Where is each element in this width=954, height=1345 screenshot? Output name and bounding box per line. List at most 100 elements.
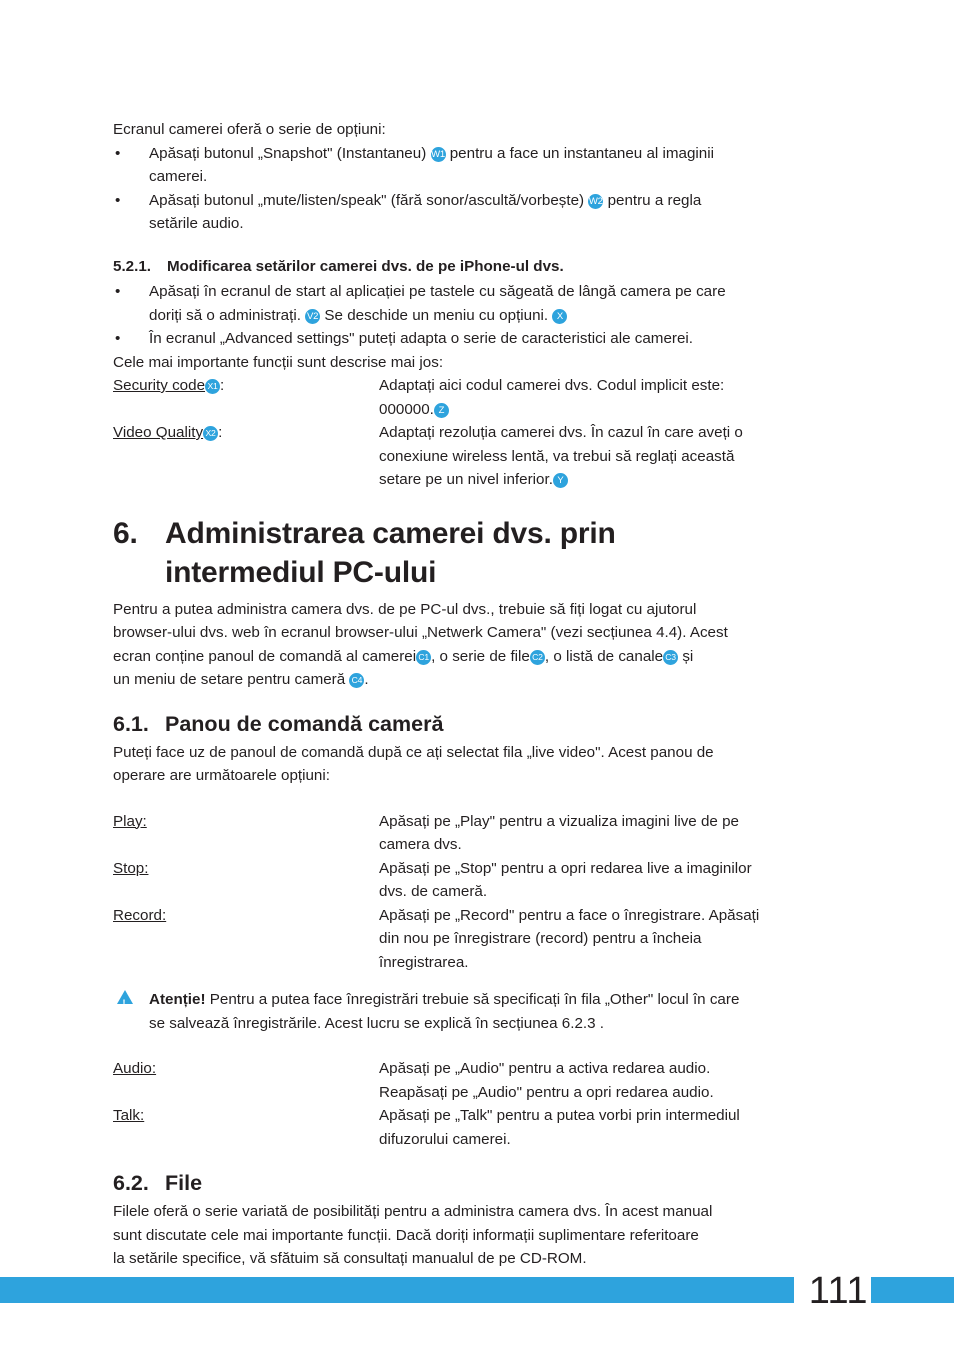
body-line: Pentru a putea administra camera dvs. de… xyxy=(113,600,697,618)
definition-desc-line: Adaptați aici codul camerei dvs. Codul i… xyxy=(379,377,725,394)
definition-term-label: Stop: xyxy=(113,859,149,877)
body-line-3: ecran conține panoul de comandă al camer… xyxy=(113,645,835,669)
heading-6-2: 6.2. File xyxy=(113,1169,835,1198)
definition-term: Audio: xyxy=(113,1057,379,1104)
bullet-line-2: doriți să o administrați. V2 Se deschide… xyxy=(149,304,835,328)
section-title: File xyxy=(165,1171,203,1195)
page: Ecranul camerei oferă o serie de opțiuni… xyxy=(0,0,954,1345)
definition-term-suffix: : xyxy=(218,424,223,441)
callout-badge-c3: C3 xyxy=(663,649,679,665)
section-number: 6.2. xyxy=(113,1171,149,1195)
bullet-text-a: Apăsați butonul „Snapshot" (Instantaneu) xyxy=(149,144,427,162)
definition-description: Apăsați pe „Record" pentru a face o înre… xyxy=(379,904,835,975)
intro-lead: Ecranul camerei oferă o serie de opțiuni… xyxy=(113,121,386,138)
definition-desc-text: setare pe un nivel inferior. xyxy=(379,471,553,488)
callout-badge-c4: C4 xyxy=(349,673,365,688)
body-line: Filele oferă o serie variată de posibili… xyxy=(113,1203,713,1220)
definition-description: Adaptați rezoluția camerei dvs. În cazul… xyxy=(379,421,835,492)
definition-desc-line: Reapăsați pe „Audio" pentru a opri redar… xyxy=(379,1083,714,1101)
definition-row-stop: Stop: Apăsați pe „Stop" pentru a opri re… xyxy=(113,857,835,904)
chapter-title-line1: Administrarea camerei dvs. prin xyxy=(165,516,616,550)
callout-badge-x2: X2 xyxy=(203,426,219,441)
definition-term-label: Talk: xyxy=(113,1107,145,1124)
body-text-a: ecran conține panoul de comandă al camer… xyxy=(113,647,417,665)
definition-desc-line: dvs. de cameră. xyxy=(379,883,488,900)
bullet-dot: • xyxy=(115,283,121,300)
warning-label: Atenție! xyxy=(149,991,206,1008)
body-line: la setările specifice, vă sfătuim să con… xyxy=(113,1250,587,1267)
definition-term-suffix: : xyxy=(220,377,225,394)
definition-row-play: Play: Apăsați pe „Play" pentru a vizuali… xyxy=(113,810,835,857)
body-line-4: un meniu de setare pentru cameră C4. xyxy=(113,668,835,692)
page-content: Ecranul camerei oferă o serie de opțiuni… xyxy=(113,118,835,1271)
list-item: • În ecranul „Advanced settings" puteți … xyxy=(113,327,835,351)
bullet-text-b: doriți să o administrați. xyxy=(149,306,301,324)
warning-note: Atenție! Pentru a putea face înregistrăr… xyxy=(113,988,835,1035)
definition-description: Apăsați pe „Stop" pentru a opri redarea … xyxy=(379,857,835,904)
definition-desc-line: camera dvs. xyxy=(379,836,462,853)
definition-term: Video Quality X2: xyxy=(113,421,379,492)
bullet-dot: • xyxy=(115,144,121,162)
heading-title: Modificarea setărilor camerei dvs. de pe… xyxy=(167,257,564,275)
heading-5-2-1: 5.2.1. Modificarea setărilor camerei dvs.… xyxy=(113,255,835,279)
definition-row-video-quality: Video Quality X2: Adaptați rezoluția came… xyxy=(113,421,835,492)
definition-term-label: Play: xyxy=(113,812,147,830)
definition-term-label: Video Quality xyxy=(113,424,204,441)
definition-term: Record: xyxy=(113,904,379,975)
definition-desc-line: Apăsați pe „Play" pentru a vizualiza ima… xyxy=(379,812,739,830)
definition-term: Security code X1: xyxy=(113,374,379,421)
bullet-text-a: Apăsați în ecranul de start al aplicație… xyxy=(149,283,726,300)
chapter-6-body: Pentru a putea administra camera dvs. de… xyxy=(113,598,835,692)
chapter-heading-6: 6. Administrarea camerei dvs. prin interm… xyxy=(113,514,835,592)
definition-description: Apăsați pe „Talk" pentru a putea vorbi p… xyxy=(379,1104,835,1151)
definition-desc-line-3: setare pe un nivel inferior. Y xyxy=(379,468,835,492)
definition-description: Apăsați pe „Audio" pentru a activa redar… xyxy=(379,1057,835,1104)
definition-term-label: Record: xyxy=(113,906,167,924)
section-5-2-1-after-text: Cele mai importante funcții sunt descris… xyxy=(113,353,444,371)
body-text-c: , o listă de canale xyxy=(544,647,664,665)
definition-desc-line: înregistrarea. xyxy=(379,953,469,971)
definition-desc-line: conexiune wireless lentă, va trebui să r… xyxy=(379,447,735,465)
definition-desc-line: Apăsați pe „Stop" pentru a opri redarea … xyxy=(379,859,752,877)
chapter-title-line2: intermediul PC-ului xyxy=(165,555,437,589)
body-text-a: un meniu de setare pentru cameră xyxy=(113,671,346,688)
definition-description: Adaptați aici codul camerei dvs. Codul i… xyxy=(379,374,835,421)
definition-term: Talk: xyxy=(113,1104,379,1151)
page-number: 111 xyxy=(808,1270,868,1312)
bullet-text-b: pentru a face un instantaneu al imaginii xyxy=(449,144,715,162)
bullet-text-c: camerei. xyxy=(149,168,208,185)
bullet-text-b: pentru a regla xyxy=(607,191,702,209)
body-text-d: și xyxy=(682,647,694,665)
definition-term-label: Audio: xyxy=(113,1060,157,1077)
definition-row-talk: Talk: Apăsați pe „Talk" pentru a putea v… xyxy=(113,1104,835,1151)
heading-6-1: 6.1. Panou de comandă cameră xyxy=(113,710,835,739)
callout-badge-x1: X1 xyxy=(205,379,221,394)
callout-badge-v2: V2 xyxy=(305,308,321,324)
body-line: sunt discutate cele mai importante funcț… xyxy=(113,1226,699,1244)
callout-badge-z: Z xyxy=(433,402,449,418)
definition-row-security-code: Security code X1: Adaptați aici codul cam… xyxy=(113,374,835,421)
bullet-dot: • xyxy=(115,330,121,347)
definition-row-record: Record: Apăsați pe „Record" pentru a fac… xyxy=(113,904,835,975)
definition-description: Apăsați pe „Play" pentru a vizualiza ima… xyxy=(379,810,835,857)
body-line: browser-ului dvs. web în ecranul browser… xyxy=(113,624,728,641)
callout-badge-w2: W2 xyxy=(588,193,604,209)
callout-badge-c1: C1 xyxy=(416,649,432,665)
definition-desc-line: Apăsați pe „Record" pentru a face o înre… xyxy=(379,906,760,924)
body-line: operare are următoarele opțiuni: xyxy=(113,767,330,784)
list-item: • Apăsați butonul „mute/listen/speak" (f… xyxy=(113,189,835,236)
section-6-1-body: Puteți face uz de panoul de comandă după… xyxy=(113,741,835,788)
callout-badge-y: Y xyxy=(552,473,568,488)
body-line: Puteți face uz de panoul de comandă după… xyxy=(113,743,714,761)
callout-badge-c2: C2 xyxy=(529,649,545,665)
section-6-2-body: Filele oferă o serie variată de posibili… xyxy=(113,1200,835,1271)
definition-desc-line: Apăsați pe „Audio" pentru a activa redar… xyxy=(379,1060,711,1077)
bullet-text: În ecranul „Advanced settings" puteți ad… xyxy=(149,330,693,347)
bullet-text-a: Apăsați butonul „mute/listen/speak" (făr… xyxy=(149,191,585,209)
body-text-b: . xyxy=(364,671,369,688)
bullet-dot: • xyxy=(115,191,121,209)
callout-badge-w1: W1 xyxy=(430,146,446,162)
